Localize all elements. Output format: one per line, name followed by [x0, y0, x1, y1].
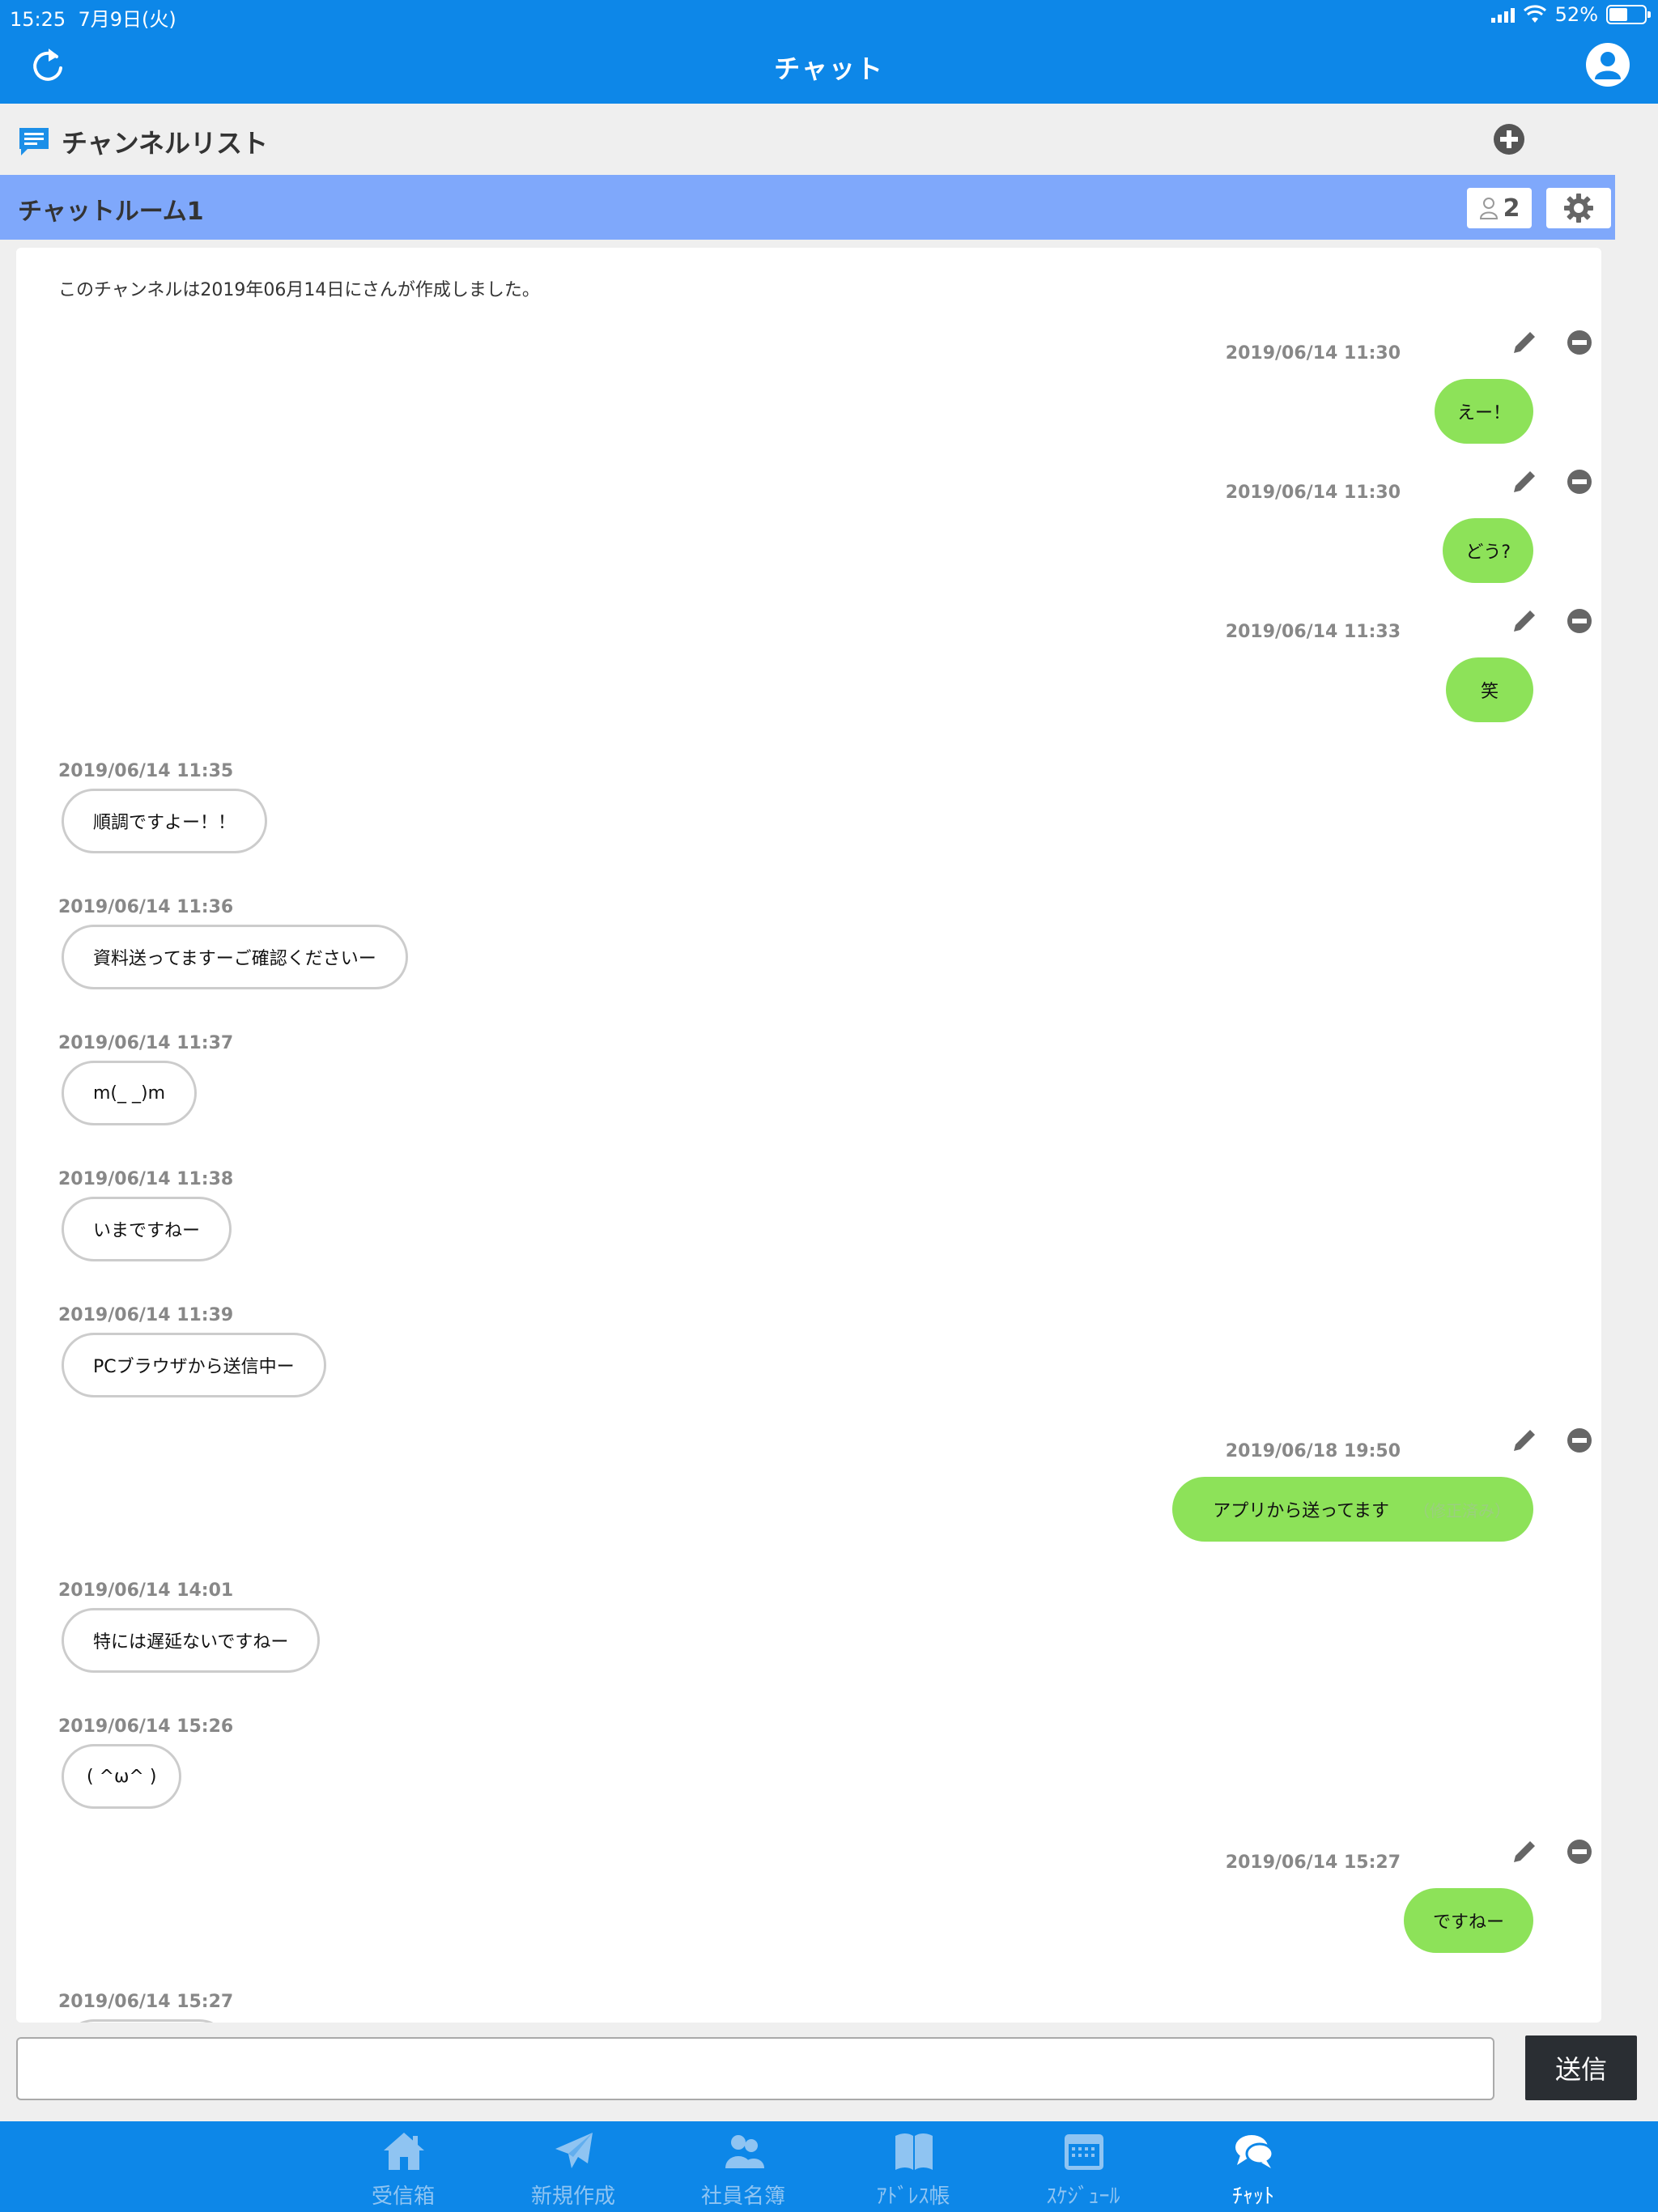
- paper-plane-icon: [555, 2133, 593, 2168]
- edit-icon[interactable]: [1511, 607, 1538, 635]
- edit-icon[interactable]: [1511, 1427, 1538, 1454]
- tab-label: ｽｹｼﾞｭｰﾙ: [1046, 2184, 1120, 2209]
- my-message-bubble[interactable]: えー！: [1434, 379, 1533, 444]
- add-channel-icon[interactable]: [1493, 123, 1525, 155]
- gear-icon: [1564, 194, 1593, 223]
- status-time: 15:25 7月9日(火): [10, 8, 176, 31]
- signal-icon: [1490, 6, 1515, 23]
- tab-label: 新規作成: [530, 2184, 615, 2209]
- their-message-bubble[interactable]: PCブラウザから送信中ー: [62, 1333, 326, 1397]
- edit-icon[interactable]: [1511, 468, 1538, 496]
- page-title: チャット: [774, 53, 884, 84]
- room-name: チャットルーム1: [18, 198, 204, 226]
- tab-label: ﾁｬｯﾄ: [1231, 2184, 1274, 2209]
- member-count: 2: [1503, 194, 1520, 223]
- send-button[interactable]: 送信: [1525, 2035, 1637, 2100]
- message-timestamp: 2019/06/14 11:37: [58, 1033, 234, 1053]
- tab-chat[interactable]: ﾁｬｯﾄ: [1172, 2121, 1334, 2212]
- battery-percent: 52%: [1554, 3, 1598, 26]
- their-message-bubble[interactable]: 順調ですよー！！: [62, 789, 268, 853]
- message-timestamp: 2019/06/14 11:33: [1225, 622, 1401, 642]
- message-timestamp: 2019/06/14 15:27: [58, 1992, 234, 2012]
- people-icon: [725, 2135, 764, 2168]
- chat-room-bar: チャットルーム1 2: [0, 175, 1615, 240]
- calendar-icon: [1065, 2134, 1103, 2170]
- edit-icon[interactable]: [1511, 329, 1538, 356]
- tab-compose[interactable]: 新規作成: [492, 2121, 654, 2212]
- tab-employee-directory[interactable]: 社員名簿: [662, 2121, 824, 2212]
- their-message-bubble[interactable]: 特には遅延ないですねー: [62, 1608, 321, 1673]
- delete-icon[interactable]: [1566, 468, 1593, 496]
- my-message-bubble[interactable]: アプリから送ってます （修正済み）: [1172, 1477, 1533, 1542]
- message-timestamp: 2019/06/14 11:39: [58, 1305, 234, 1325]
- status-indicators: 52%: [1490, 3, 1651, 26]
- app-header: 15:25 7月9日(火) 52% チャット: [0, 0, 1658, 104]
- channel-created-notice: このチャンネルは2019年06月14日にさんが作成しました。: [58, 280, 540, 300]
- battery-icon: [1606, 5, 1651, 24]
- message-timestamp: 2019/06/14 11:38: [58, 1169, 234, 1189]
- tab-schedule[interactable]: ｽｹｼﾞｭｰﾙ: [1002, 2121, 1164, 2212]
- book-icon: [895, 2133, 933, 2170]
- message-timestamp: 2019/06/14 11:36: [58, 897, 234, 917]
- user-profile-icon[interactable]: [1585, 42, 1630, 87]
- their-message-bubble[interactable]: [62, 2019, 232, 2023]
- tab-label: ｱﾄﾞﾚｽ帳: [876, 2184, 950, 2209]
- members-button[interactable]: 2: [1467, 188, 1532, 228]
- chat-bubbles-icon: [1235, 2135, 1274, 2168]
- chat-bubble-icon: [19, 128, 49, 155]
- home-icon: [384, 2133, 424, 2170]
- their-message-bubble[interactable]: いまですねー: [62, 1197, 232, 1261]
- my-message-bubble[interactable]: ですねー: [1403, 1888, 1533, 1953]
- delete-icon[interactable]: [1566, 329, 1593, 356]
- message-input[interactable]: [16, 2037, 1494, 2100]
- message-timestamp: 2019/06/14 14:01: [58, 1580, 234, 1601]
- message-timestamp: 2019/06/14 11:30: [1225, 483, 1401, 503]
- message-list[interactable]: このチャンネルは2019年06月14日にさんが作成しました。 2019/06/1…: [16, 248, 1601, 2023]
- delete-icon[interactable]: [1566, 1427, 1593, 1454]
- edit-icon[interactable]: [1511, 1838, 1538, 1865]
- room-settings-button[interactable]: [1546, 188, 1611, 228]
- tab-label: 受信箱: [371, 2184, 435, 2209]
- message-text: アプリから送ってます: [1213, 1501, 1389, 1521]
- tab-address-book[interactable]: ｱﾄﾞﾚｽ帳: [832, 2121, 994, 2212]
- edited-label: （修正済み）: [1414, 1500, 1511, 1521]
- their-message-bubble[interactable]: ( ^ω^ ): [62, 1744, 182, 1809]
- message-timestamp: 2019/06/14 15:27: [1225, 1853, 1401, 1873]
- tab-label: 社員名簿: [700, 2184, 785, 2209]
- tab-inbox[interactable]: 受信箱: [322, 2121, 484, 2212]
- delete-icon[interactable]: [1566, 1838, 1593, 1865]
- channel-list-bar: チャンネルリスト: [0, 104, 1658, 175]
- channel-list-title: チャンネルリスト: [62, 128, 269, 159]
- person-icon: [1479, 198, 1498, 219]
- my-message-bubble[interactable]: 笑: [1446, 657, 1533, 722]
- their-message-bubble[interactable]: m(_ _)m: [62, 1061, 198, 1125]
- message-timestamp: 2019/06/14 15:26: [58, 1716, 234, 1737]
- message-timestamp: 2019/06/18 19:50: [1225, 1441, 1401, 1461]
- delete-icon[interactable]: [1566, 607, 1593, 635]
- message-timestamp: 2019/06/14 11:35: [58, 761, 234, 781]
- bottom-tab-bar: 受信箱 新規作成 社員名簿 ｱﾄﾞﾚｽ帳 ｽｹｼﾞｭｰﾙ ﾁｬｯﾄ: [0, 2121, 1658, 2212]
- my-message-bubble[interactable]: どう?: [1443, 518, 1533, 583]
- their-message-bubble[interactable]: 資料送ってますーご確認くださいー: [62, 925, 408, 989]
- message-timestamp: 2019/06/14 11:30: [1225, 343, 1401, 364]
- wifi-icon: [1523, 5, 1546, 23]
- status-bar: 15:25 7月9日(火) 52%: [0, 0, 1658, 32]
